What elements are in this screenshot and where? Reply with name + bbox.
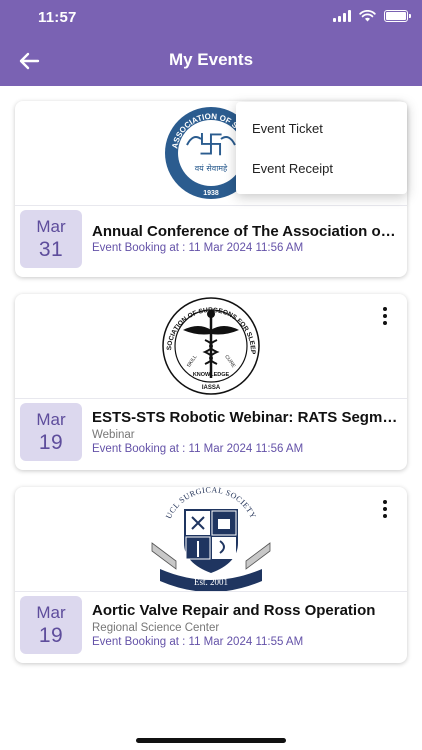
menu-item-event-receipt[interactable]: Event Receipt: [252, 161, 333, 176]
event-subtitle: Regional Science Center: [92, 622, 220, 634]
event-logo: UCL SURGICAL SOCIETY Est. 2001: [15, 487, 407, 591]
event-day: 19: [38, 431, 64, 454]
event-booking-time: Event Booking at : 11 Mar 2024 11:56 AM: [92, 443, 304, 455]
svg-text:KNOWLEDGE: KNOWLEDGE: [193, 372, 230, 378]
more-options-button[interactable]: [375, 304, 395, 328]
more-options-button[interactable]: [375, 497, 395, 521]
event-month: Mar: [36, 217, 66, 236]
event-day: 19: [38, 624, 64, 647]
event-title: Annual Conference of The Association of …: [92, 223, 399, 240]
svg-text:Est. 2001: Est. 2001: [194, 577, 228, 587]
signal-icon: [333, 10, 351, 22]
event-title: Aortic Valve Repair and Ross Operation: [92, 602, 376, 619]
event-day: 31: [38, 238, 64, 261]
svg-text:1938: 1938: [203, 190, 219, 197]
event-month: Mar: [36, 410, 66, 429]
app-header: 11:57 My Events: [0, 0, 422, 86]
svg-text:वयं सेवामहे: वयं सेवामहे: [195, 163, 228, 173]
event-options-menu: Event Ticket Event Receipt: [236, 102, 407, 194]
event-subtitle: Webinar: [92, 429, 135, 441]
screen: 11:57 My Events ASSOCIATION OF S 卐 वयं स…: [0, 0, 422, 750]
event-booking-time: Event Booking at : 11 Mar 2024 11:55 AM: [92, 636, 304, 648]
event-date: Mar 19: [20, 403, 82, 461]
event-date: Mar 31: [20, 210, 82, 268]
event-logo: INDIAN ASSOCIATION OF SURGEONS FOR SLEEP…: [15, 294, 407, 398]
svg-text:IASSA: IASSA: [202, 385, 221, 391]
event-month: Mar: [36, 603, 66, 622]
wifi-icon: [359, 10, 376, 22]
card-divider: [15, 591, 407, 592]
ucl-surgical-society-logo: UCL SURGICAL SOCIETY Est. 2001: [151, 487, 271, 591]
card-divider: [15, 398, 407, 399]
page-title: My Events: [168, 50, 254, 69]
card-divider: [15, 205, 407, 206]
more-vertical-icon: [383, 307, 387, 311]
event-card[interactable]: INDIAN ASSOCIATION OF SURGEONS FOR SLEEP…: [15, 294, 407, 470]
battery-icon: [384, 10, 411, 22]
svg-text:卐: 卐: [198, 131, 224, 161]
event-date: Mar 19: [20, 596, 82, 654]
event-booking-time: Event Booking at : 11 Mar 2024 11:56 AM: [92, 242, 304, 254]
event-card[interactable]: UCL SURGICAL SOCIETY Est. 2001 Mar 19 Ao…: [15, 487, 407, 663]
status-icons: [333, 10, 411, 22]
status-time: 11:57: [38, 9, 77, 26]
iassa-logo: INDIAN ASSOCIATION OF SURGEONS FOR SLEEP…: [159, 296, 260, 395]
menu-item-event-ticket[interactable]: Event Ticket: [252, 121, 323, 136]
event-title: ESTS-STS Robotic Webinar: RATS Segmentec…: [92, 409, 399, 426]
more-vertical-icon: [383, 500, 387, 504]
home-indicator[interactable]: [136, 738, 286, 743]
